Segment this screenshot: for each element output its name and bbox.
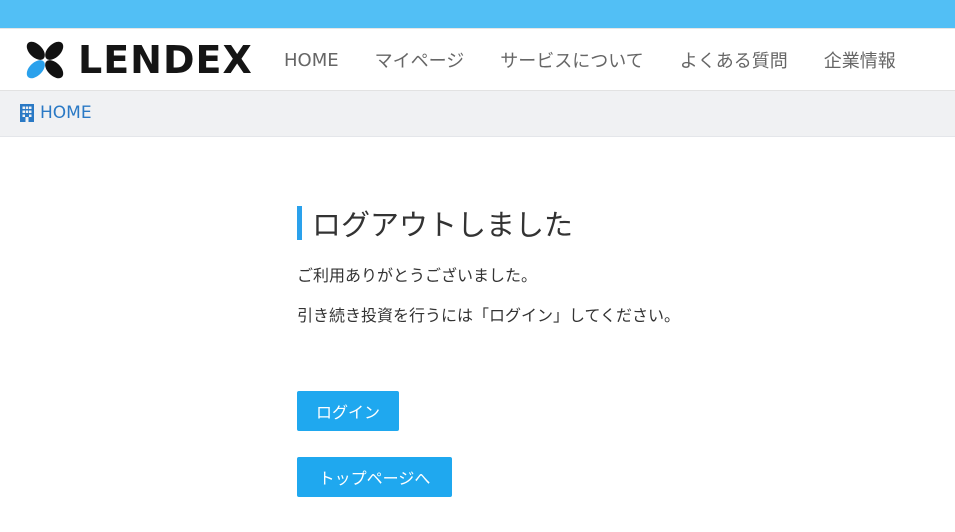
nav-home[interactable]: HOME: [266, 50, 357, 71]
building-icon: [20, 104, 34, 122]
site-header: LENDEX HOME マイページ サービスについて よくある質問 企業情報: [0, 28, 955, 91]
logo[interactable]: LENDEX: [18, 35, 253, 85]
thanks-message: ご利用ありがとうございました。: [297, 266, 538, 285]
page-title: ログアウトしました: [312, 208, 574, 242]
nav-company-info[interactable]: 企業情報: [806, 47, 914, 73]
title-accent-bar: [297, 206, 302, 240]
logo-text: LENDEX: [78, 38, 253, 82]
breadcrumb-home-link[interactable]: HOME: [19, 103, 92, 123]
nav-mypage[interactable]: マイページ: [357, 47, 483, 73]
nav-about-service[interactable]: サービスについて: [482, 47, 661, 73]
main-content: ログアウトしました ご利用ありがとうございました。 引き続き投資を行うには「ログ…: [297, 204, 680, 497]
top-accent-bar: [0, 0, 955, 28]
nav-faq[interactable]: よくある質問: [662, 47, 806, 73]
breadcrumb-label: HOME: [40, 103, 92, 123]
login-button[interactable]: ログイン: [297, 391, 399, 431]
lendex-logo-mark-icon: [26, 41, 64, 79]
breadcrumb-bar: HOME: [0, 91, 955, 137]
login-instruction-message: 引き続き投資を行うには「ログイン」してください。: [297, 306, 681, 325]
page-title-row: ログアウトしました: [297, 204, 573, 242]
main-nav: HOME マイページ サービスについて よくある質問 企業情報: [266, 29, 914, 91]
top-page-button[interactable]: トップページへ: [297, 457, 452, 497]
